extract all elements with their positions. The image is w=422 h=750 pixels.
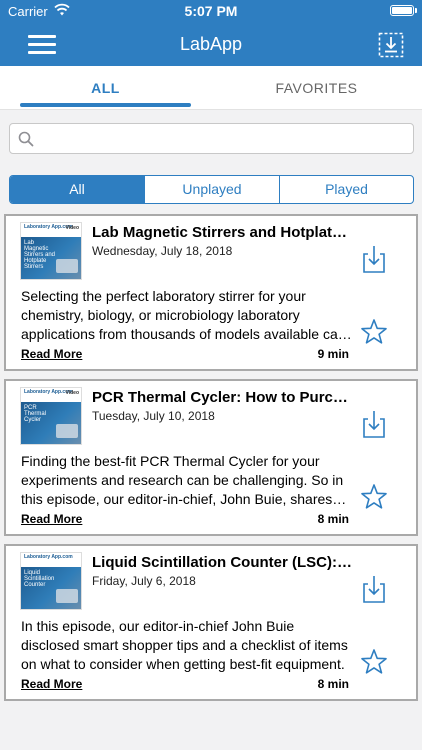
episode-card[interactable]: Laboratory App.com Video Lab Magnetic St… [4, 214, 418, 371]
battery-icon [390, 5, 414, 16]
episode-title: Liquid Scintillation Counter (LSC): How … [92, 554, 354, 571]
thumbnail-image [56, 589, 78, 603]
thumbnail-badge: Video [65, 225, 79, 231]
episode-description: In this episode, our editor-in-chief Joh… [21, 618, 348, 672]
thumbnail-text: PCR Thermal Cycler [24, 405, 47, 423]
status-bar: Carrier 5:07 PM [0, 0, 422, 22]
episode-card[interactable]: Laboratory App.com Liquid Scintillation … [4, 544, 418, 701]
download-icon[interactable] [362, 244, 386, 274]
download-icon[interactable] [362, 574, 386, 604]
thumbnail-image [56, 259, 78, 273]
segment-played[interactable]: Played [279, 176, 413, 203]
favorite-star-icon[interactable] [360, 483, 388, 511]
filter-segmented-control: All Unplayed Played [9, 175, 414, 204]
search-bar[interactable] [9, 123, 414, 154]
download-manager-icon[interactable] [378, 32, 404, 58]
segment-unplayed[interactable]: Unplayed [144, 176, 279, 203]
search-icon [18, 131, 34, 147]
segment-all[interactable]: All [10, 176, 144, 203]
episode-duration: 9 min [317, 347, 349, 361]
episode-description: Finding the best-fit PCR Thermal Cycler … [21, 453, 344, 507]
episode-thumbnail: Laboratory App.com Video Lab Magnetic St… [20, 222, 82, 280]
episode-title: Lab Magnetic Stirrers and Hotplates: How… [92, 224, 354, 241]
episode-date: Tuesday, July 10, 2018 [92, 409, 215, 423]
read-more-link[interactable]: Read More [21, 512, 82, 526]
episode-description: Selecting the perfect laboratory stirrer… [21, 288, 346, 342]
app-title: LabApp [179, 34, 243, 54]
episode-duration: 8 min [317, 512, 349, 526]
favorite-star-icon[interactable] [360, 648, 388, 676]
navigation-bar: LabApp [0, 22, 422, 66]
thumbnail-logo: Laboratory App.com [24, 554, 73, 560]
episode-duration: 8 min [317, 677, 349, 691]
battery-tip [415, 8, 417, 13]
read-more-link[interactable]: Read More [21, 347, 82, 361]
episode-thumbnail: Laboratory App.com Liquid Scintillation … [20, 552, 82, 610]
tab-bar: ALL FAVORITES [0, 66, 422, 110]
search-input[interactable] [40, 128, 408, 150]
thumbnail-image [56, 424, 78, 438]
download-icon[interactable] [362, 409, 386, 439]
favorite-star-icon[interactable] [360, 318, 388, 346]
episode-title: PCR Thermal Cycler: How to Purchase [92, 389, 354, 406]
episode-thumbnail: Laboratory App.com Video PCR Thermal Cyc… [20, 387, 82, 445]
thumbnail-text: Lab Magnetic Stirrers and Hotplate Stirr… [24, 240, 56, 270]
tab-favorites[interactable]: FAVORITES [211, 80, 422, 96]
thumbnail-text: Liquid Scintillation Counter [24, 570, 55, 588]
clock: 5:07 PM [184, 3, 238, 19]
episode-date: Wednesday, July 18, 2018 [92, 244, 233, 258]
episode-card[interactable]: Laboratory App.com Video PCR Thermal Cyc… [4, 379, 418, 536]
active-tab-indicator [20, 103, 191, 107]
thumbnail-badge: Video [65, 390, 79, 396]
tab-all[interactable]: ALL [0, 80, 211, 96]
read-more-link[interactable]: Read More [21, 677, 82, 691]
episode-date: Friday, July 6, 2018 [92, 574, 196, 588]
